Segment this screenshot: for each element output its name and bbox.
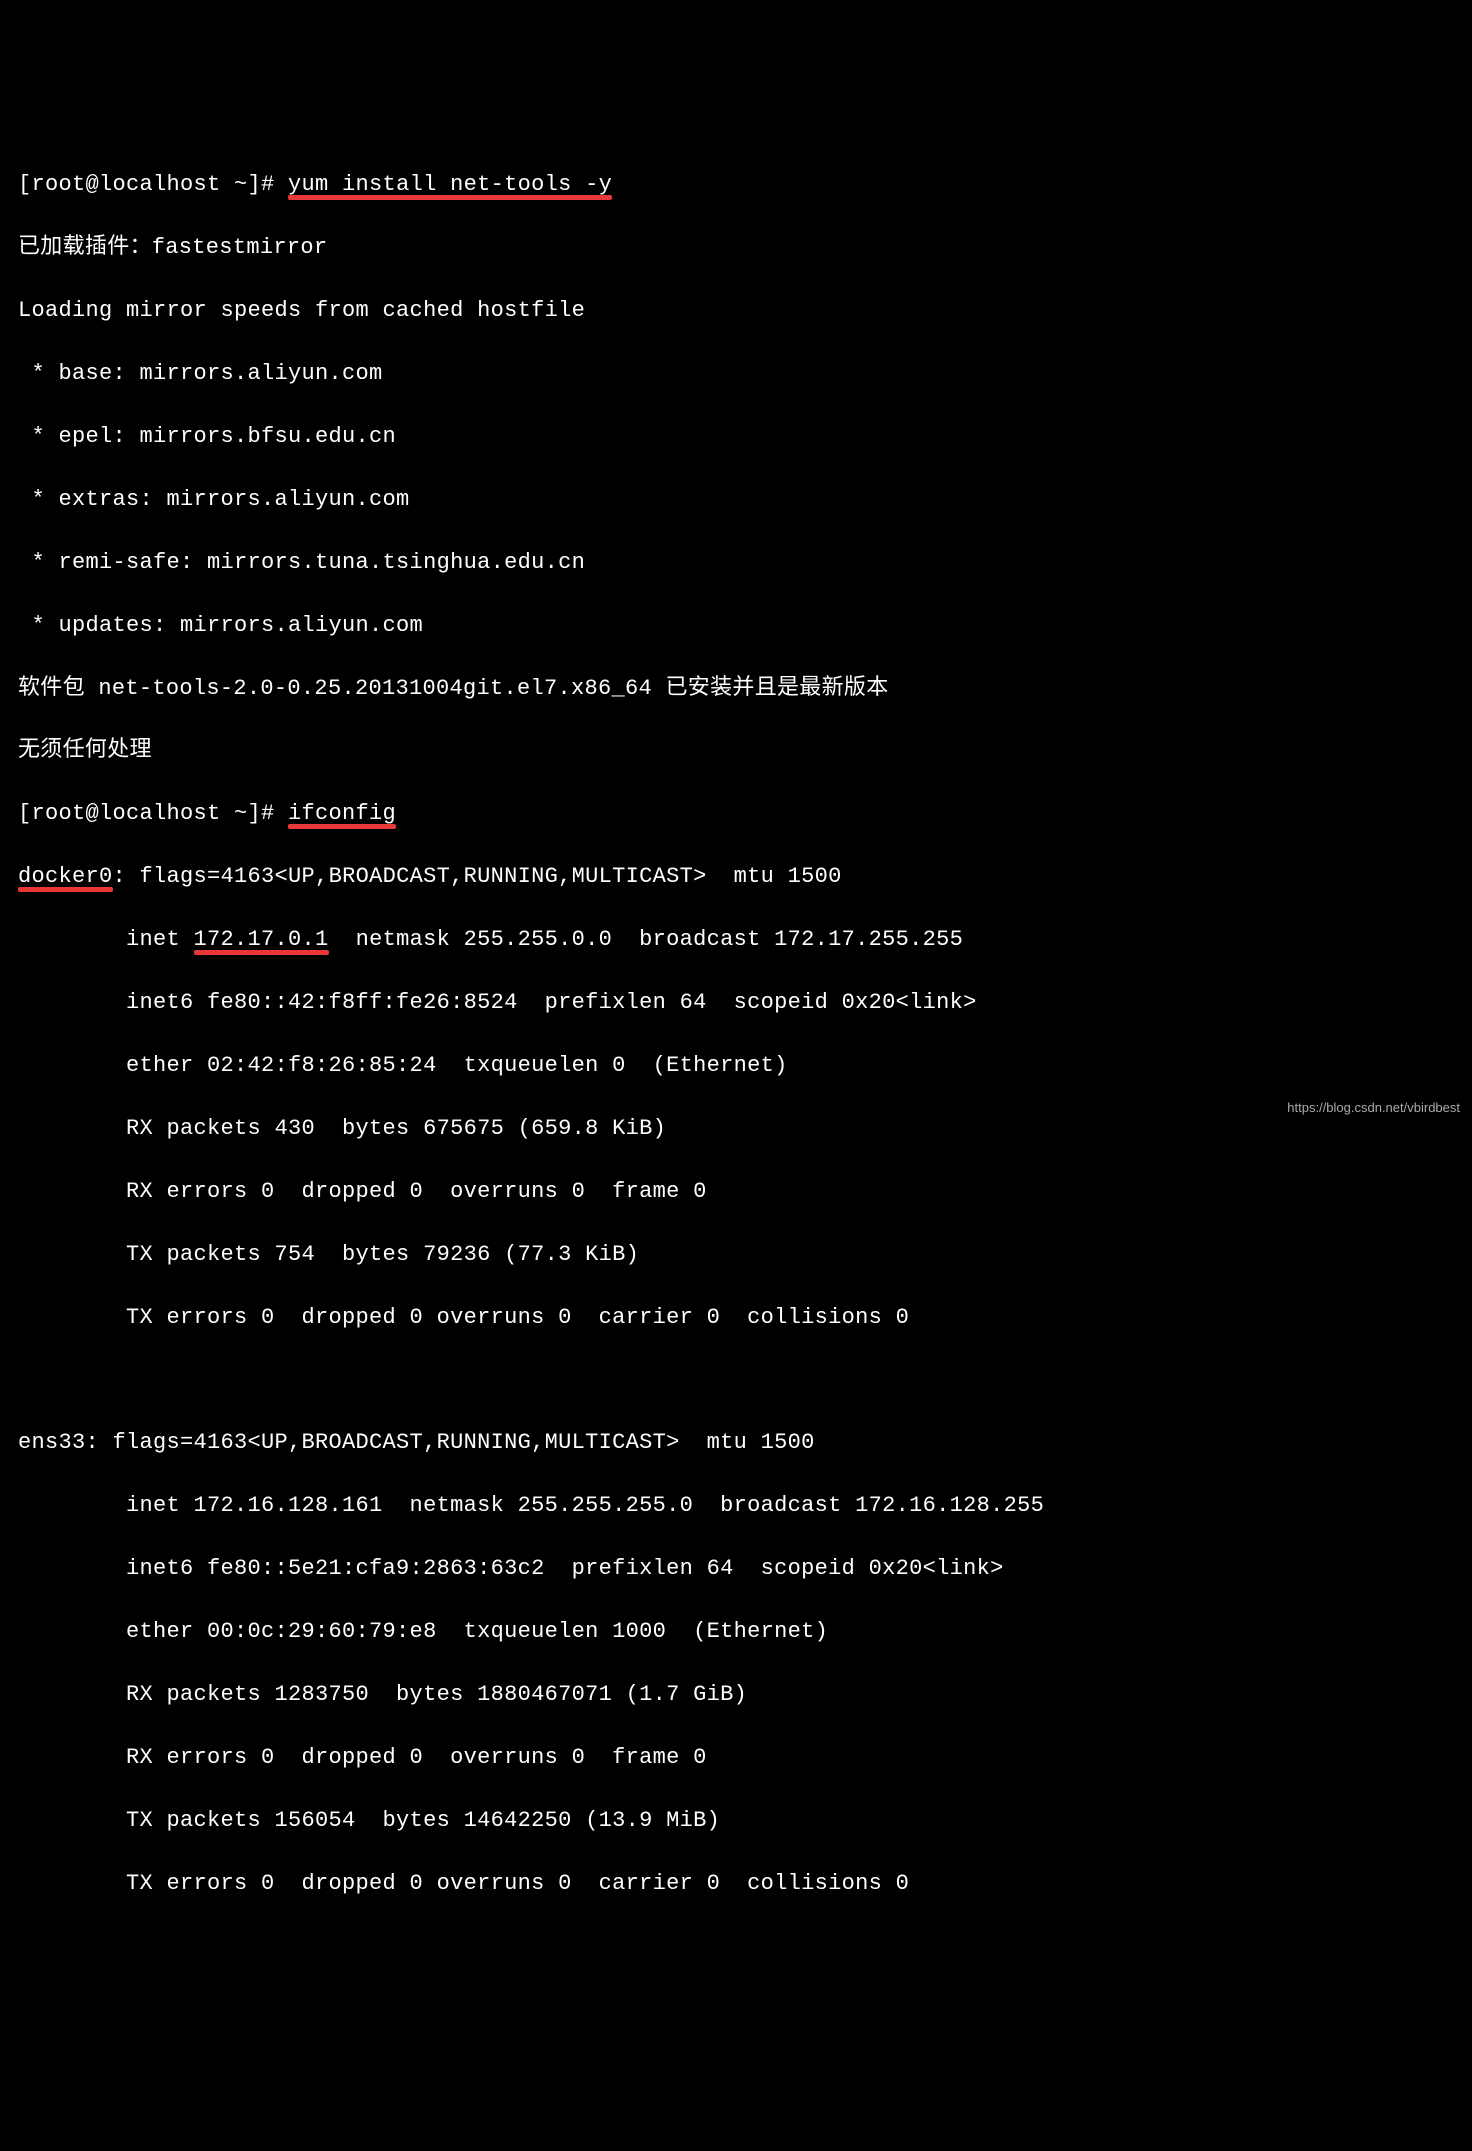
docker0-header: docker0: flags=4163<UP,BROADCAST,RUNNING…: [18, 861, 1454, 892]
ens33-tx-errors: TX errors 0 dropped 0 overruns 0 carrier…: [18, 1868, 1454, 1899]
command-yum-install: yum install net-tools -y: [288, 172, 612, 197]
ens33-rx-errors: RX errors 0 dropped 0 overruns 0 frame 0: [18, 1742, 1454, 1773]
docker0-rx-errors: RX errors 0 dropped 0 overruns 0 frame 0: [18, 1176, 1454, 1207]
ens33-inet6: inet6 fe80::5e21:cfa9:2863:63c2 prefixle…: [18, 1553, 1454, 1584]
yum-loaded-plugin: 已加载插件：fastestmirror: [18, 232, 1454, 263]
prompt-line-1[interactable]: [root@localhost ~]# yum install net-tool…: [18, 169, 1454, 200]
ens33-tx-packets: TX packets 156054 bytes 14642250 (13.9 M…: [18, 1805, 1454, 1836]
interface-docker0: docker0: [18, 864, 113, 889]
docker0-inet-pre: inet: [18, 927, 194, 952]
docker0-tx-errors: TX errors 0 dropped 0 overruns 0 carrier…: [18, 1302, 1454, 1333]
prompt-line-2[interactable]: [root@localhost ~]# ifconfig: [18, 798, 1454, 829]
docker0-inet: inet 172.17.0.1 netmask 255.255.0.0 broa…: [18, 924, 1454, 955]
docker0-inet-post: netmask 255.255.0.0 broadcast 172.17.255…: [329, 927, 964, 952]
docker0-flags: flags=4163<UP,BROADCAST,RUNNING,MULTICAS…: [126, 864, 842, 889]
docker0-ip: 172.17.0.1: [194, 927, 329, 952]
yum-loading-mirror: Loading mirror speeds from cached hostfi…: [18, 295, 1454, 326]
command-ifconfig: ifconfig: [288, 801, 396, 826]
blank-line: [18, 1364, 1454, 1395]
csdn-watermark: https://blog.csdn.net/vbirdbest: [1287, 1099, 1460, 1118]
mirror-extras: * extras: mirrors.aliyun.com: [18, 484, 1454, 515]
docker0-tx-packets: TX packets 754 bytes 79236 (77.3 KiB): [18, 1239, 1454, 1270]
ens33-inet: inet 172.16.128.161 netmask 255.255.255.…: [18, 1490, 1454, 1521]
yum-already-installed: 软件包 net-tools-2.0-0.25.20131004git.el7.x…: [18, 673, 1454, 704]
mirror-remi-safe: * remi-safe: mirrors.tuna.tsinghua.edu.c…: [18, 547, 1454, 578]
mirror-base: * base: mirrors.aliyun.com: [18, 358, 1454, 389]
mirror-epel: * epel: mirrors.bfsu.edu.cn: [18, 421, 1454, 452]
ens33-header: ens33: flags=4163<UP,BROADCAST,RUNNING,M…: [18, 1427, 1454, 1458]
shell-prompt: [root@localhost ~]#: [18, 801, 288, 826]
shell-prompt: [root@localhost ~]#: [18, 172, 288, 197]
docker0-rx-packets: RX packets 430 bytes 675675 (659.8 KiB): [18, 1113, 1454, 1144]
docker0-ether: ether 02:42:f8:26:85:24 txqueuelen 0 (Et…: [18, 1050, 1454, 1081]
mirror-updates: * updates: mirrors.aliyun.com: [18, 610, 1454, 641]
ens33-ether: ether 00:0c:29:60:79:e8 txqueuelen 1000 …: [18, 1616, 1454, 1647]
docker0-colon: :: [113, 864, 127, 889]
yum-nothing-to-do: 无须任何处理: [18, 735, 1454, 766]
ens33-rx-packets: RX packets 1283750 bytes 1880467071 (1.7…: [18, 1679, 1454, 1710]
docker0-inet6: inet6 fe80::42:f8ff:fe26:8524 prefixlen …: [18, 987, 1454, 1018]
terminal-output: [root@localhost ~]# yum install net-tool…: [18, 138, 1454, 1931]
